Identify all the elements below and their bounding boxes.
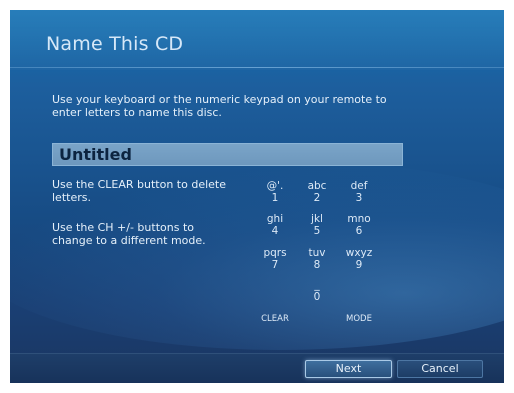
keypad-key-2: abc 2 xyxy=(299,180,335,204)
keypad-key-9: wxyz 9 xyxy=(341,247,377,271)
cancel-button[interactable]: Cancel xyxy=(397,360,483,378)
keypad-key-0: _ 0 xyxy=(299,279,335,303)
key-digit: 1 xyxy=(271,192,279,204)
keypad-key-8: tuv 8 xyxy=(299,247,335,271)
key-digit: 5 xyxy=(313,225,321,237)
keypad-key-5: jkl 5 xyxy=(299,213,335,237)
key-letters: tuv xyxy=(308,247,326,259)
media-center-dialog: Name This CD Use your keyboard or the nu… xyxy=(10,10,504,383)
key-letters: def xyxy=(350,180,368,192)
keypad-mode-label: MODE xyxy=(346,314,372,324)
disc-name-input[interactable]: Untitled xyxy=(52,143,403,166)
keypad-key-1: @'. 1 xyxy=(257,180,293,204)
keypad-key-4: ghi 4 xyxy=(257,213,293,237)
keypad-key-6: mno 6 xyxy=(341,213,377,237)
key-letters: @'. xyxy=(266,180,284,192)
key-digit: 0 xyxy=(313,291,321,303)
key-letters: wxyz xyxy=(345,247,373,259)
key-letters: mno xyxy=(347,213,371,225)
key-letters: ghi xyxy=(266,213,284,225)
key-digit: 4 xyxy=(271,225,279,237)
key-digit: 9 xyxy=(355,259,363,271)
keypad-key-7: pqrs 7 xyxy=(257,247,293,271)
key-digit: 6 xyxy=(355,225,363,237)
mode-help-text: Use the CH +/- buttons to change to a di… xyxy=(52,221,206,247)
keypad-clear-label: CLEAR xyxy=(261,314,289,324)
header-divider xyxy=(10,67,504,68)
page-title: Name This CD xyxy=(46,33,184,55)
key-letters: jkl xyxy=(311,213,323,225)
key-letters: abc xyxy=(307,180,327,192)
key-letters: pqrs xyxy=(263,247,287,259)
key-digit: 7 xyxy=(271,259,279,271)
next-button[interactable]: Next xyxy=(305,360,392,378)
keypad-key-3: def 3 xyxy=(341,180,377,204)
key-digit: 3 xyxy=(355,192,363,204)
key-digit: 2 xyxy=(313,192,321,204)
key-letters: _ xyxy=(314,279,320,291)
clear-help-text: Use the CLEAR button to delete letters. xyxy=(52,178,226,204)
instructions-text: Use your keyboard or the numeric keypad … xyxy=(52,93,387,119)
key-digit: 8 xyxy=(313,259,321,271)
